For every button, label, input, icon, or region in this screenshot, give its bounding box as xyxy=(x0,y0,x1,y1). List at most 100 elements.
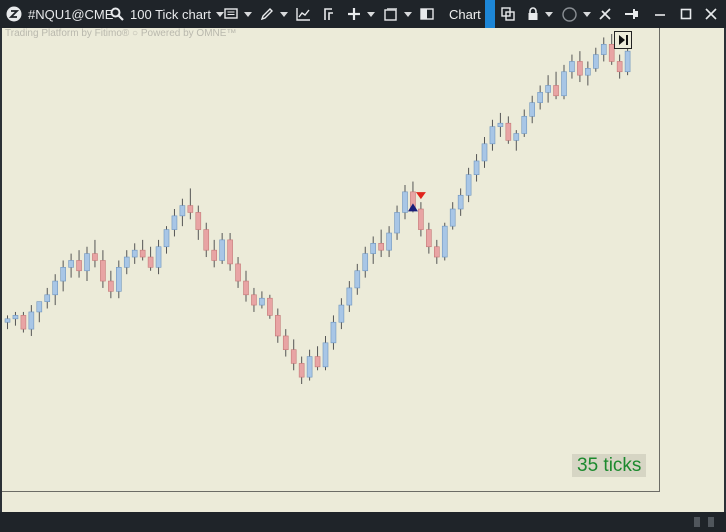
chevron-down-icon xyxy=(215,11,224,17)
candle-up xyxy=(155,246,162,268)
link-windows-button[interactable] xyxy=(501,0,515,28)
candle-up xyxy=(4,318,11,323)
close-button[interactable] xyxy=(705,0,717,28)
link-windows-icon xyxy=(501,7,515,21)
minimize-icon xyxy=(655,14,665,16)
candle-down xyxy=(418,208,424,230)
search-icon[interactable] xyxy=(110,0,124,28)
color-picker-button[interactable] xyxy=(562,0,591,28)
candle-up xyxy=(306,356,313,378)
candle-up xyxy=(131,249,138,258)
ticks-counter: 35 ticks xyxy=(572,454,647,477)
candle-up xyxy=(163,229,170,248)
chevron-down-icon xyxy=(583,11,591,17)
candle-up xyxy=(330,321,337,344)
candle-down xyxy=(616,61,623,73)
candle-up xyxy=(402,191,408,213)
candlestick-chart[interactable] xyxy=(2,28,659,491)
candle-down xyxy=(298,363,305,378)
tools-icon xyxy=(599,8,611,20)
candle-up xyxy=(600,43,607,55)
scrollbar-grip[interactable] xyxy=(694,517,700,527)
tools-button[interactable] xyxy=(598,0,613,28)
candle-up xyxy=(116,267,122,292)
candle-down xyxy=(282,335,289,350)
candle-up xyxy=(529,102,536,117)
candle-up xyxy=(537,92,543,103)
maximize-button[interactable] xyxy=(680,0,692,28)
chevron-down-icon xyxy=(244,11,252,17)
status-bar xyxy=(0,512,726,532)
panel-icon xyxy=(420,8,434,20)
scroll-to-end-button[interactable] xyxy=(614,31,632,49)
plus-icon xyxy=(348,8,360,20)
pin-button[interactable] xyxy=(624,0,639,28)
candle-up xyxy=(521,116,528,134)
circle-icon xyxy=(562,6,577,22)
candle-down xyxy=(378,243,384,251)
indicators-button[interactable] xyxy=(296,0,311,28)
studies-icon xyxy=(324,8,333,20)
chart-type-label: 100 Tick chart xyxy=(130,6,211,22)
candle-down xyxy=(20,315,27,330)
candle-up xyxy=(497,122,504,127)
candle-down xyxy=(187,205,194,213)
candle-up xyxy=(346,287,353,306)
candle-down xyxy=(92,253,98,261)
title-toolbar: #NQU1@CME 100 Tick chart Chart xyxy=(0,0,726,28)
candle-down xyxy=(314,356,321,368)
candle-up xyxy=(624,50,631,73)
candle-up xyxy=(585,68,591,76)
candle-up xyxy=(449,208,456,227)
candle-up xyxy=(60,267,66,282)
candle-down xyxy=(100,260,106,282)
tab-chart[interactable]: Chart xyxy=(443,0,495,28)
candle-down xyxy=(577,61,583,76)
template-button[interactable] xyxy=(224,0,252,28)
candle-down xyxy=(203,229,210,251)
panel-toggle-button[interactable] xyxy=(420,0,434,28)
candle-down xyxy=(274,315,281,337)
lock-button[interactable] xyxy=(527,0,553,28)
layout-button[interactable] xyxy=(384,0,412,28)
drawing-tools-button[interactable] xyxy=(260,0,288,28)
candle-up xyxy=(465,174,472,196)
candle-up xyxy=(123,256,130,268)
candle-up xyxy=(441,225,448,258)
skip-end-icon xyxy=(619,35,628,45)
chevron-down-icon xyxy=(404,11,412,17)
candle-up xyxy=(322,342,329,368)
window-icon xyxy=(384,7,397,21)
chevron-down-icon xyxy=(545,11,553,17)
candle-down xyxy=(235,263,241,282)
chart-area[interactable]: Trading Platform by Fitimo® ○ Powered by… xyxy=(2,28,724,512)
candle-down xyxy=(108,280,114,292)
candle-up xyxy=(179,205,186,217)
buy-order-marker[interactable] xyxy=(407,203,418,212)
candle-down xyxy=(211,249,217,261)
pencil-icon xyxy=(260,8,273,21)
resize-grip[interactable] xyxy=(708,517,714,527)
candle-down xyxy=(433,246,440,258)
candle-down xyxy=(243,280,249,296)
candle-up xyxy=(481,143,488,162)
lock-icon xyxy=(528,7,538,20)
candle-up xyxy=(561,71,567,97)
sell-order-marker[interactable] xyxy=(415,192,426,200)
candle-up xyxy=(68,260,74,268)
candle-up xyxy=(545,85,551,93)
symbol-selector[interactable]: #NQU1@CME xyxy=(28,0,113,28)
template-icon xyxy=(224,8,238,19)
crosshair-button[interactable] xyxy=(347,0,375,28)
candle-up xyxy=(219,239,225,261)
candle-up xyxy=(171,215,178,230)
studies-button[interactable] xyxy=(321,0,335,28)
candle-down xyxy=(505,122,512,141)
candle-down xyxy=(147,256,154,268)
app-logo-icon[interactable] xyxy=(6,0,22,28)
chevron-down-icon xyxy=(367,11,375,17)
candle-down xyxy=(290,349,297,364)
minimize-button[interactable] xyxy=(654,0,666,28)
chart-type-dropdown[interactable]: 100 Tick chart xyxy=(130,0,224,28)
candle-up xyxy=(489,126,496,145)
